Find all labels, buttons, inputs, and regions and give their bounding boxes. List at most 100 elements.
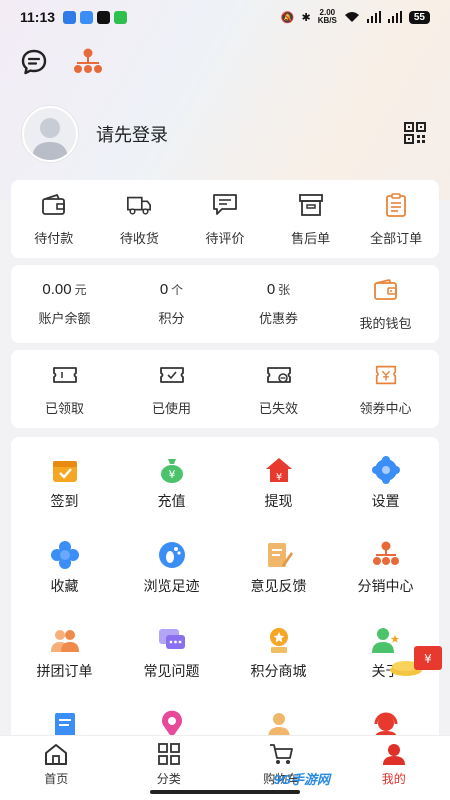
order-label: 待收货 xyxy=(119,230,159,246)
wallet-icon xyxy=(373,277,399,303)
home-icon xyxy=(45,744,68,765)
service-item[interactable]: 分销中心 xyxy=(332,540,439,625)
grid-icon xyxy=(157,743,180,765)
net-speed-unit: KB/S xyxy=(317,16,337,25)
order-after-sale[interactable]: 售后单 xyxy=(268,180,354,258)
service-item[interactable]: 常见问题 xyxy=(118,625,225,710)
asset-label: 积分 xyxy=(158,311,185,326)
asset-label: 优惠券 xyxy=(258,311,298,326)
coupon-expired[interactable]: 已失效 xyxy=(225,350,332,428)
points-amount: 0 xyxy=(159,281,169,298)
ticket-used-icon xyxy=(159,362,185,388)
service-label: 浏览足迹 xyxy=(143,578,200,594)
services-card: 签到 ¥ 充值 ¥ 提现 设置 收藏 浏览足迹 意见反馈 分销中心 拼团订单 常见问题 积分商城 关于 xyxy=(11,437,439,747)
coupons-card: 已领取 已使用 已失效 领券中心 xyxy=(11,350,439,428)
points-unit: 个 xyxy=(171,283,184,297)
asset-label: 账户余额 xyxy=(38,311,91,326)
app-notification-icon xyxy=(63,10,77,24)
service-label: 常见问题 xyxy=(143,663,200,679)
coupon-label: 已领取 xyxy=(44,400,84,416)
svg-text:¥: ¥ xyxy=(168,468,175,481)
svg-text:¥: ¥ xyxy=(424,652,432,666)
status-time: 11:13 xyxy=(20,9,56,25)
service-item[interactable]: 签到 xyxy=(11,455,118,540)
money-bag-icon: ¥ xyxy=(157,455,187,485)
service-item[interactable]: 浏览足迹 xyxy=(118,540,225,625)
qr-code-icon[interactable] xyxy=(404,122,428,146)
coupon-center-icon xyxy=(373,362,399,388)
group-icon xyxy=(50,625,80,655)
nav-mine[interactable]: 我的 xyxy=(338,736,450,800)
order-pending-payment[interactable]: 待付款 xyxy=(11,180,97,258)
svg-text:¥: ¥ xyxy=(275,472,281,483)
watermark-logo: 9G手游网 xyxy=(273,772,330,787)
order-status-card: 待付款 待收货 待评价 售后单 全部订单 xyxy=(11,180,439,258)
service-label: 分销中心 xyxy=(357,578,414,594)
mute-icon: 🔕 xyxy=(280,11,295,24)
service-item[interactable]: 积分商城 xyxy=(225,625,332,710)
message-icon[interactable] xyxy=(18,46,50,78)
bluetooth-icon: ✱ xyxy=(301,11,311,24)
avatar[interactable] xyxy=(22,106,78,162)
nav-home[interactable]: 首页 xyxy=(0,736,113,800)
wifi-icon xyxy=(344,12,359,22)
balance-unit: 元 xyxy=(74,283,87,297)
nav-label: 我的 xyxy=(381,772,406,786)
org-chart-icon[interactable] xyxy=(72,46,104,78)
coupon-center[interactable]: 领券中心 xyxy=(332,350,439,428)
points-value: 0个 xyxy=(160,281,183,298)
chat-bubbles-icon xyxy=(157,625,187,655)
house-money-icon: ¥ xyxy=(264,455,294,485)
user-icon xyxy=(382,744,405,765)
coupon-label: 已使用 xyxy=(151,400,191,416)
battery-indicator: 55 xyxy=(408,10,430,24)
coupons-count[interactable]: 0张 优惠券 xyxy=(225,265,332,343)
cart-icon xyxy=(270,744,294,764)
assets-card: 0.00 元 账户余额 0个 积分 0张 优惠券 我的钱包 xyxy=(11,265,439,343)
coupons-unit: 张 xyxy=(278,283,291,297)
coupon-label: 已失效 xyxy=(258,400,298,416)
service-item[interactable]: ¥ 提现 xyxy=(225,455,332,540)
service-label: 收藏 xyxy=(50,578,79,594)
status-indicators: 🔕 ✱ 2.00 KB/S 55 xyxy=(281,9,430,25)
home-indicator[interactable] xyxy=(150,790,300,794)
order-pending-receipt[interactable]: 待收货 xyxy=(97,180,183,258)
service-item[interactable]: 设置 xyxy=(332,455,439,540)
service-label: 充值 xyxy=(157,493,186,509)
message-icon xyxy=(114,10,128,24)
account-balance[interactable]: 0.00 元 账户余额 xyxy=(11,265,118,343)
edit-doc-icon xyxy=(264,540,294,570)
order-all[interactable]: 全部订单 xyxy=(353,180,439,258)
app-notification-icon xyxy=(80,10,94,24)
service-item[interactable]: 收藏 xyxy=(11,540,118,625)
coupon-used[interactable]: 已使用 xyxy=(118,350,225,428)
service-item[interactable]: ¥ 充值 xyxy=(118,455,225,540)
coupons-amount: 0 xyxy=(266,281,276,298)
order-label: 待付款 xyxy=(34,230,74,246)
login-prompt[interactable]: 请先登录 xyxy=(96,121,168,147)
clipboard-icon xyxy=(383,192,409,218)
points[interactable]: 0个 积分 xyxy=(118,265,225,343)
signal-icon xyxy=(366,11,381,23)
medal-icon xyxy=(264,625,294,655)
org-chart-icon xyxy=(371,540,401,570)
asset-label: 我的钱包 xyxy=(359,315,412,331)
profile-header[interactable]: 请先登录 xyxy=(22,106,428,162)
my-wallet[interactable]: 我的钱包 xyxy=(332,265,439,343)
coupon-received[interactable]: 已领取 xyxy=(11,350,118,428)
signal-icon xyxy=(387,11,402,23)
service-item[interactable]: 拼团订单 xyxy=(11,625,118,710)
ticket-icon xyxy=(52,362,78,388)
nav-label: 分类 xyxy=(156,772,181,786)
service-label: 意见反馈 xyxy=(250,578,307,594)
service-label: 设置 xyxy=(371,493,400,509)
order-pending-review[interactable]: 待评价 xyxy=(182,180,268,258)
service-label: 积分商城 xyxy=(250,663,307,679)
service-label: 拼团订单 xyxy=(36,663,93,679)
truck-icon xyxy=(126,192,152,218)
footprint-icon xyxy=(157,540,187,570)
comment-icon xyxy=(212,192,238,218)
red-envelope-icon[interactable]: ¥ xyxy=(388,640,444,685)
service-item[interactable]: 意见反馈 xyxy=(225,540,332,625)
top-toolbar xyxy=(18,46,104,78)
